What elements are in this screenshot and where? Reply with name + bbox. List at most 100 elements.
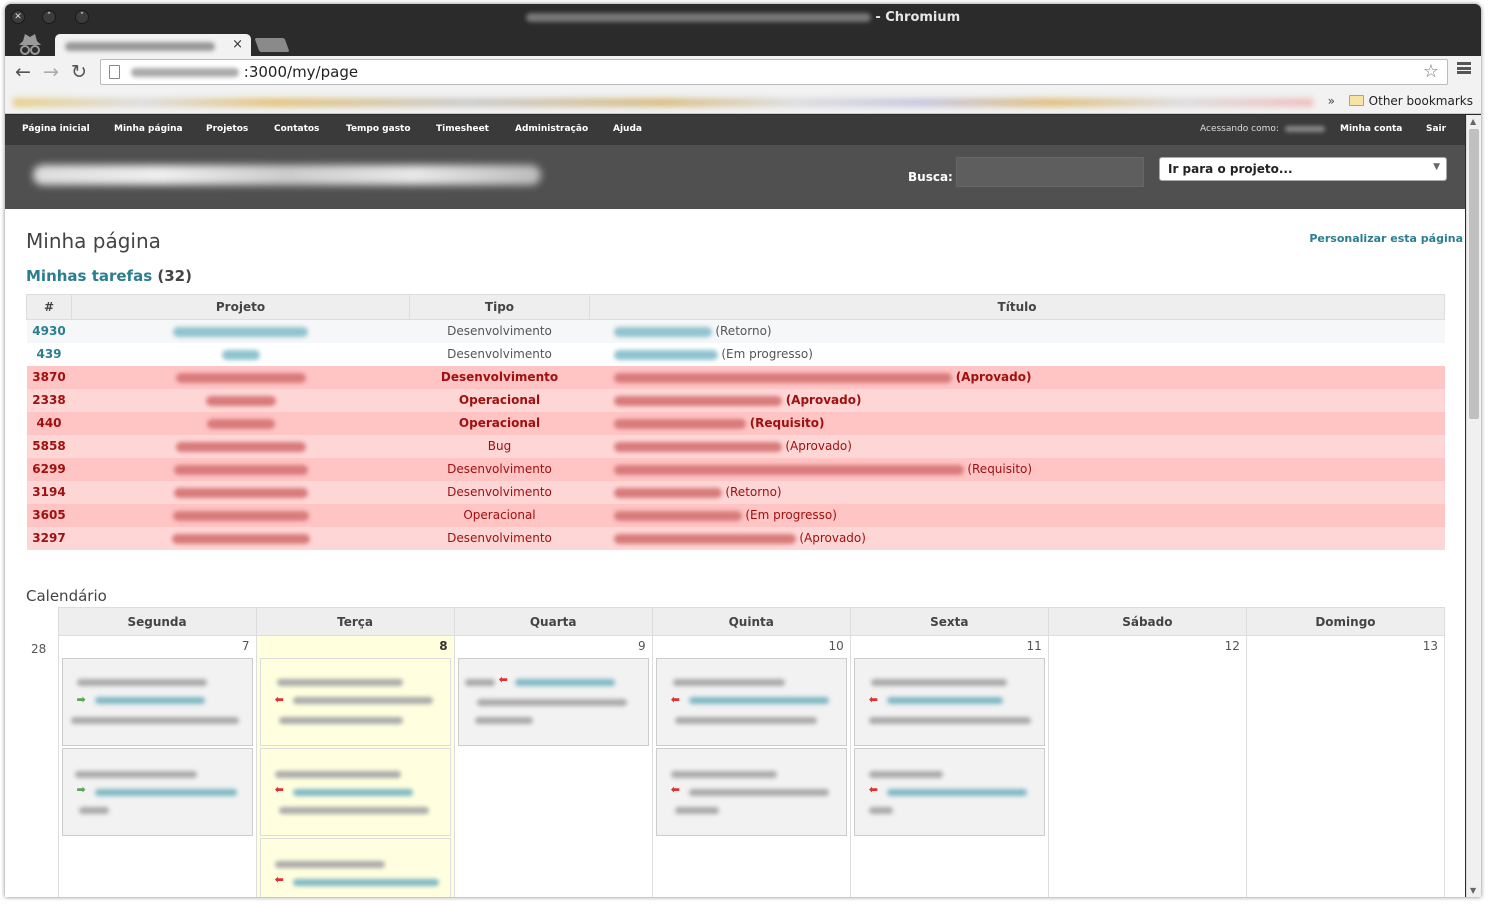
issue-id[interactable]: 440 bbox=[26, 411, 72, 435]
project-cell[interactable] bbox=[71, 388, 410, 412]
issue-id[interactable]: 4930 bbox=[26, 319, 72, 343]
scrollbar-thumb[interactable] bbox=[1469, 129, 1479, 419]
title-cell[interactable]: (Retorno) bbox=[589, 319, 1445, 343]
issue-id[interactable]: 2338 bbox=[26, 388, 72, 412]
calendar-event[interactable]: ⬅ bbox=[655, 658, 847, 746]
table-row[interactable]: 439 Desenvolvimento (Em progresso) bbox=[26, 342, 1445, 366]
menu-logout[interactable]: Sair bbox=[1426, 124, 1446, 134]
issues-title-link[interactable]: Minhas tarefas bbox=[26, 267, 152, 285]
col-title[interactable]: Título bbox=[589, 294, 1445, 320]
calendar-event[interactable]: ➡ bbox=[61, 748, 253, 836]
table-row[interactable]: 440 Operacional (Requisito) bbox=[26, 411, 1445, 435]
scroll-down-icon[interactable]: ▼ bbox=[1470, 886, 1476, 895]
calendar-event[interactable]: ⬅ bbox=[259, 748, 451, 836]
title-cell[interactable]: (Requisito) bbox=[589, 411, 1445, 435]
issue-id[interactable]: 3297 bbox=[26, 526, 72, 550]
day-header: Terça bbox=[255, 607, 455, 636]
calendar-event[interactable]: ⬅ bbox=[853, 748, 1045, 836]
title-cell[interactable]: (Em progresso) bbox=[589, 342, 1445, 366]
type-cell: Desenvolvimento bbox=[409, 526, 590, 550]
title-cell[interactable]: (Retorno) bbox=[589, 480, 1445, 504]
project-cell[interactable] bbox=[71, 411, 410, 435]
type-cell: Desenvolvimento bbox=[409, 365, 590, 389]
search-input[interactable] bbox=[956, 157, 1144, 187]
col-project[interactable]: Projeto bbox=[71, 294, 410, 320]
day-header: Sexta bbox=[849, 607, 1049, 636]
title-cell[interactable]: (Aprovado) bbox=[589, 388, 1445, 412]
col-id[interactable]: # bbox=[26, 294, 72, 320]
menu-account[interactable]: Minha conta bbox=[1340, 124, 1402, 134]
title-cell[interactable]: (Aprovado) bbox=[589, 365, 1445, 389]
table-row[interactable]: 3605 Operacional (Em progresso) bbox=[26, 503, 1445, 527]
blurred-bookmarks[interactable] bbox=[13, 98, 1313, 107]
title-cell[interactable]: (Em progresso) bbox=[589, 503, 1445, 527]
other-bookmarks[interactable]: Other bookmarks bbox=[1348, 94, 1473, 108]
table-row[interactable]: 6299 Desenvolvimento (Requisito) bbox=[26, 457, 1445, 481]
scroll-up-icon[interactable]: ▲ bbox=[1470, 117, 1476, 126]
title-cell[interactable]: (Aprovado) bbox=[589, 526, 1445, 550]
calendar-event[interactable]: ➡ bbox=[61, 658, 253, 746]
close-tab-icon[interactable]: × bbox=[232, 37, 243, 52]
blurred-site-logo[interactable] bbox=[33, 165, 541, 185]
col-type[interactable]: Tipo bbox=[409, 294, 590, 320]
project-cell[interactable] bbox=[71, 480, 410, 504]
issue-id[interactable]: 3194 bbox=[26, 480, 72, 504]
title-cell[interactable]: (Aprovado) bbox=[589, 434, 1445, 458]
menu-help[interactable]: Ajuda bbox=[613, 124, 642, 134]
personalize-link[interactable]: Personalizar esta página bbox=[1309, 232, 1463, 245]
menu-icon[interactable] bbox=[1457, 62, 1471, 74]
project-cell[interactable] bbox=[71, 342, 410, 366]
bookmark-star-icon[interactable]: ☆ bbox=[1423, 61, 1439, 82]
menu-contacts[interactable]: Contatos bbox=[274, 124, 319, 134]
issue-id[interactable]: 3870 bbox=[26, 365, 72, 389]
week-number: 28 bbox=[31, 641, 47, 656]
search-label: Busca: bbox=[908, 170, 953, 184]
issue-id[interactable]: 439 bbox=[26, 342, 72, 366]
reload-icon[interactable]: ↻ bbox=[71, 61, 87, 83]
menu-admin[interactable]: Administração bbox=[515, 124, 588, 134]
project-cell[interactable] bbox=[71, 434, 410, 458]
calendar-table: Segunda Terça Quarta Quinta Sexta Sábado… bbox=[26, 607, 1446, 897]
blurred-host bbox=[131, 68, 239, 77]
forward-icon[interactable]: → bbox=[43, 61, 59, 83]
project-cell[interactable] bbox=[71, 503, 410, 527]
title-cell[interactable]: (Requisito) bbox=[589, 457, 1445, 481]
issues-heading: Minhas tarefas (32) bbox=[26, 267, 192, 285]
table-row[interactable]: 2338 Operacional (Aprovado) bbox=[26, 388, 1445, 412]
type-cell: Desenvolvimento bbox=[409, 342, 590, 366]
menu-my-page[interactable]: Minha página bbox=[114, 124, 183, 134]
project-jump-select[interactable]: Ir para o projeto... ▼ bbox=[1159, 157, 1447, 181]
calendar-event[interactable]: ⬅ bbox=[655, 748, 847, 836]
project-cell[interactable] bbox=[71, 365, 410, 389]
table-row[interactable]: 4930 Desenvolvimento (Retorno) bbox=[26, 319, 1445, 343]
menu-timesheet[interactable]: Timesheet bbox=[436, 124, 489, 134]
menu-projects[interactable]: Projetos bbox=[206, 124, 248, 134]
project-cell[interactable] bbox=[71, 526, 410, 550]
issue-status: (Aprovado) bbox=[785, 393, 862, 407]
table-row[interactable]: 3870 Desenvolvimento (Aprovado) bbox=[26, 365, 1445, 389]
address-bar[interactable]: :3000/my/page ☆ bbox=[100, 59, 1448, 85]
site-header: Busca: Ir para o projeto... ▼ bbox=[5, 145, 1465, 209]
menu-time-spent[interactable]: Tempo gasto bbox=[346, 124, 411, 134]
project-cell[interactable] bbox=[71, 457, 410, 481]
menu-home[interactable]: Página inicial bbox=[22, 124, 90, 134]
browser-tab-active[interactable]: × bbox=[55, 34, 251, 56]
issue-id[interactable]: 3605 bbox=[26, 503, 72, 527]
table-row[interactable]: 5858 Bug (Aprovado) bbox=[26, 434, 1445, 458]
bookmarks-overflow-icon[interactable]: » bbox=[1328, 94, 1335, 108]
project-cell[interactable] bbox=[71, 319, 410, 343]
back-icon[interactable]: ← bbox=[15, 61, 31, 83]
calendar-event[interactable]: ⬅ bbox=[259, 658, 451, 746]
day-header: Domingo bbox=[1245, 607, 1446, 636]
table-row[interactable]: 3194 Desenvolvimento (Retorno) bbox=[26, 480, 1445, 504]
issue-status: (Em progresso) bbox=[745, 508, 837, 522]
calendar-event[interactable]: ⬅ bbox=[853, 658, 1045, 746]
scrollbar[interactable]: ▲ ▼ bbox=[1466, 115, 1481, 897]
calendar-event[interactable]: ⬅ bbox=[457, 658, 649, 746]
issue-id[interactable]: 5858 bbox=[26, 434, 72, 458]
new-tab-button[interactable] bbox=[254, 38, 290, 52]
issue-id[interactable]: 6299 bbox=[26, 457, 72, 481]
table-row[interactable]: 3297 Desenvolvimento (Aprovado) bbox=[26, 526, 1445, 550]
type-cell: Desenvolvimento bbox=[409, 480, 590, 504]
calendar-event[interactable]: ⬅ bbox=[259, 838, 451, 897]
